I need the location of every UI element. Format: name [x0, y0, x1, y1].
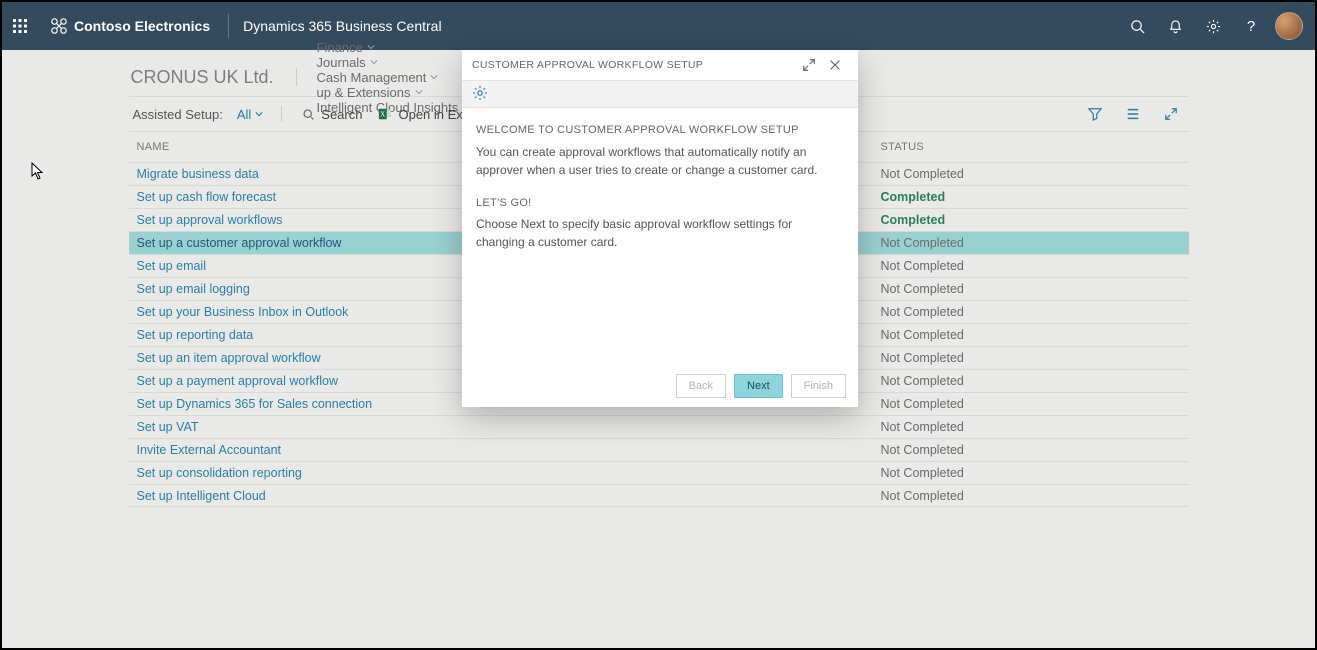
letsgo-heading: LET'S GO!: [476, 195, 844, 212]
modal-header: CUSTOMER APPROVAL WORKFLOW SETUP: [462, 50, 858, 80]
nav-label: up & Extensions: [317, 85, 411, 100]
brand-block[interactable]: Contoso Electronics: [38, 17, 222, 35]
gear-icon[interactable]: [472, 85, 488, 104]
search-button[interactable]: [1121, 10, 1153, 42]
table-row[interactable]: Set up VATNot Completed: [129, 415, 1189, 438]
cursor-icon: [31, 162, 45, 183]
row-status: Not Completed: [881, 305, 1181, 319]
org-logo-icon: [50, 17, 68, 35]
row-name-link[interactable]: Set up Intelligent Cloud: [137, 489, 881, 503]
row-status: Completed: [881, 213, 1181, 227]
app-name[interactable]: Dynamics 365 Business Central: [235, 18, 441, 34]
search-label: Search: [321, 107, 362, 122]
nav-item[interactable]: Finance: [309, 40, 479, 55]
divider: [228, 14, 229, 38]
row-status: Not Completed: [881, 167, 1181, 181]
row-status: Not Completed: [881, 466, 1181, 480]
account-avatar[interactable]: [1273, 10, 1305, 42]
table-row[interactable]: Invite External AccountantNot Completed: [129, 438, 1189, 461]
nav-label: Journals: [317, 55, 366, 70]
modal-close-button[interactable]: [822, 52, 848, 78]
excel-icon: X: [378, 107, 392, 121]
table-row[interactable]: Set up Intelligent CloudNot Completed: [129, 484, 1189, 507]
avatar-icon: [1275, 12, 1303, 40]
customer-approval-workflow-modal: CUSTOMER APPROVAL WORKFLOW SETUP WELCOME…: [462, 50, 858, 407]
row-status: Not Completed: [881, 489, 1181, 503]
filter-icon[interactable]: [1081, 100, 1109, 128]
modal-toolbar: [462, 80, 858, 108]
search-action[interactable]: Search: [294, 107, 370, 122]
svg-text:X: X: [381, 111, 386, 119]
row-status: Not Completed: [881, 259, 1181, 273]
notifications-button[interactable]: [1159, 10, 1191, 42]
list-view-icon[interactable]: [1119, 100, 1147, 128]
nav-label: Cash Management: [317, 70, 427, 85]
filter-label: All: [237, 107, 251, 122]
finish-button[interactable]: Finish: [791, 374, 846, 398]
table-row[interactable]: Set up consolidation reportingNot Comple…: [129, 461, 1189, 484]
column-header-status[interactable]: STATUS: [881, 141, 1181, 153]
next-button[interactable]: Next: [734, 374, 783, 398]
welcome-text: You can create approval workflows that a…: [476, 143, 844, 179]
modal-title: CUSTOMER APPROVAL WORKFLOW SETUP: [472, 59, 796, 71]
chevron-down-icon: [255, 110, 263, 118]
top-app-bar: Contoso Electronics Dynamics 365 Busines…: [2, 2, 1315, 50]
modal-expand-button[interactable]: [796, 52, 822, 78]
row-status: Not Completed: [881, 328, 1181, 342]
nav-item[interactable]: Journals: [309, 55, 479, 70]
nav-label: Finance: [317, 40, 363, 55]
row-name-link[interactable]: Invite External Accountant: [137, 443, 881, 457]
modal-footer: Back Next Finish: [462, 363, 858, 407]
chevron-down-icon: [430, 73, 438, 81]
row-status: Not Completed: [881, 420, 1181, 434]
toolbar-label: Assisted Setup:: [129, 107, 231, 122]
modal-body: WELCOME TO CUSTOMER APPROVAL WORKFLOW SE…: [462, 108, 858, 363]
expand-icon[interactable]: [1157, 100, 1185, 128]
row-name-link[interactable]: Set up consolidation reporting: [137, 466, 881, 480]
chevron-down-icon: [415, 88, 423, 96]
top-right-actions: ?: [1121, 10, 1315, 42]
letsgo-text: Choose Next to specify basic approval wo…: [476, 215, 844, 251]
row-status: Not Completed: [881, 443, 1181, 457]
filter-all[interactable]: All: [231, 107, 269, 122]
divider: [281, 106, 282, 122]
help-button[interactable]: ?: [1235, 10, 1267, 42]
row-status: Completed: [881, 190, 1181, 204]
org-name: Contoso Electronics: [74, 18, 210, 34]
nav-item[interactable]: Cash Management: [309, 70, 479, 85]
view-tools: [1081, 100, 1189, 128]
settings-button[interactable]: [1197, 10, 1229, 42]
row-name-link[interactable]: Set up VAT: [137, 420, 881, 434]
divider: [296, 68, 297, 86]
row-status: Not Completed: [881, 374, 1181, 388]
search-icon: [302, 108, 315, 121]
row-status: Not Completed: [881, 397, 1181, 411]
back-button[interactable]: Back: [676, 374, 726, 398]
welcome-heading: WELCOME TO CUSTOMER APPROVAL WORKFLOW SE…: [476, 122, 844, 139]
company-name[interactable]: CRONUS UK Ltd.: [129, 67, 284, 88]
chevron-down-icon: [367, 43, 375, 51]
row-status: Not Completed: [881, 282, 1181, 296]
nav-item[interactable]: up & Extensions: [309, 85, 479, 100]
row-status: Not Completed: [881, 236, 1181, 250]
chevron-down-icon: [370, 58, 378, 66]
app-launcher-button[interactable]: [2, 18, 38, 34]
row-status: Not Completed: [881, 351, 1181, 365]
